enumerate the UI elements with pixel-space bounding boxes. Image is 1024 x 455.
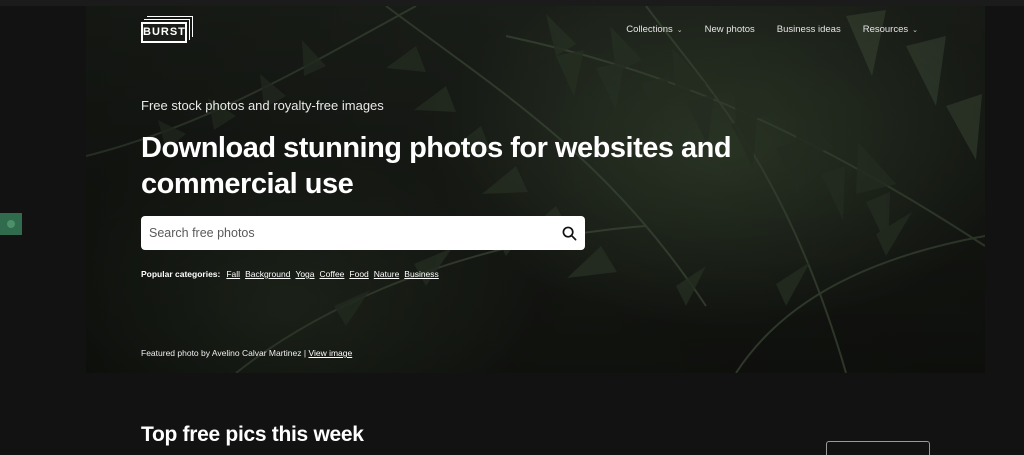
- nav-business-ideas[interactable]: Business ideas: [777, 24, 841, 35]
- feedback-icon: [7, 220, 15, 228]
- category-link-background[interactable]: Background: [245, 269, 290, 279]
- search-input[interactable]: [141, 216, 553, 250]
- nav-new-photos-label: New photos: [704, 24, 755, 35]
- search-icon: [562, 226, 576, 240]
- chevron-down-icon: ⌄: [676, 26, 683, 34]
- hero-banner: BURST Collections ⌄ New photos Business …: [86, 6, 985, 373]
- nav-collections[interactable]: Collections ⌄: [626, 24, 682, 35]
- popular-categories: Popular categories: Fall Background Yoga…: [141, 269, 439, 279]
- hero-subtitle: Free stock photos and royalty-free image…: [141, 98, 384, 113]
- category-link-food[interactable]: Food: [349, 269, 368, 279]
- popular-categories-label: Popular categories:: [141, 269, 221, 279]
- nav-collections-label: Collections: [626, 24, 673, 35]
- category-link-business[interactable]: Business: [404, 269, 439, 279]
- photo-credit-text: Featured photo by Avelino Calvar Martine…: [141, 348, 307, 358]
- hero-headline: Download stunning photos for websites an…: [141, 132, 732, 200]
- category-link-yoga[interactable]: Yoga: [295, 269, 314, 279]
- nav-resources[interactable]: Resources ⌄: [863, 24, 918, 35]
- photo-credit: Featured photo by Avelino Calvar Martine…: [141, 348, 352, 358]
- nav-resources-label: Resources: [862, 24, 909, 35]
- category-link-nature[interactable]: Nature: [374, 269, 400, 279]
- search-bar: [141, 216, 585, 250]
- main-nav: Collections ⌄ New photos Business ideas …: [626, 24, 918, 35]
- logo-text: BURST: [141, 22, 187, 43]
- category-link-coffee[interactable]: Coffee: [320, 269, 345, 279]
- category-link-fall[interactable]: Fall: [226, 269, 240, 279]
- nav-business-ideas-label: Business ideas: [776, 24, 841, 35]
- section-title: Top free pics this week: [141, 423, 364, 446]
- search-button[interactable]: [553, 216, 585, 250]
- view-image-link[interactable]: View image: [308, 348, 352, 358]
- chevron-down-icon: ⌄: [912, 26, 918, 34]
- side-feedback-tab[interactable]: [0, 213, 22, 235]
- nav-new-photos[interactable]: New photos: [705, 24, 755, 35]
- page: BURST Collections ⌄ New photos Business …: [86, 6, 985, 446]
- section-filter-button[interactable]: [826, 441, 930, 455]
- burst-logo[interactable]: BURST: [141, 16, 193, 44]
